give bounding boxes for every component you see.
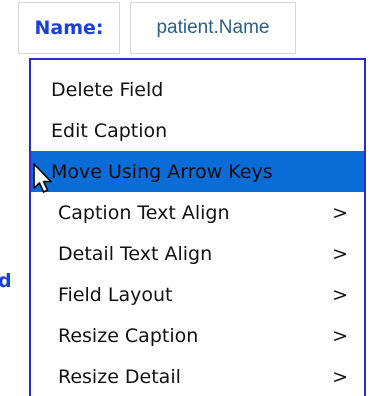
field-caption-text: Name: [34, 17, 104, 39]
menu-item-label: Caption Text Align [58, 201, 230, 224]
menu-item-edit-caption[interactable]: Edit Caption [31, 110, 364, 151]
menu-item-resize-detail[interactable]: Resize Detail > [31, 356, 364, 396]
chevron-right-icon: > [332, 324, 348, 347]
menu-item-label: Field Layout [58, 283, 173, 306]
menu-item-label: Move Using Arrow Keys [51, 160, 273, 183]
chevron-right-icon: > [332, 242, 348, 265]
context-menu: Delete Field Edit Caption Move Using Arr… [29, 58, 366, 396]
form-designer-canvas: Name: patient.Name d Delete Field Edit C… [0, 0, 378, 396]
chevron-right-icon: > [332, 365, 348, 388]
menu-item-label: Edit Caption [51, 119, 168, 142]
menu-item-detail-text-align[interactable]: Detail Text Align > [31, 233, 364, 274]
chevron-right-icon: > [332, 201, 348, 224]
field-detail-name[interactable]: patient.Name [130, 2, 296, 54]
field-detail-text: patient.Name [156, 17, 270, 38]
field-caption-name[interactable]: Name: [18, 2, 120, 54]
menu-item-caption-text-align[interactable]: Caption Text Align > [31, 192, 364, 233]
menu-item-label: Resize Caption [58, 324, 199, 347]
menu-item-field-layout[interactable]: Field Layout > [31, 274, 364, 315]
menu-item-resize-caption[interactable]: Resize Caption > [31, 315, 364, 356]
chevron-right-icon: > [332, 283, 348, 306]
menu-item-move-using-arrow-keys[interactable]: Move Using Arrow Keys [31, 151, 364, 192]
menu-item-label: Delete Field [51, 78, 164, 101]
menu-item-label: Resize Detail [58, 365, 181, 388]
menu-item-delete-field[interactable]: Delete Field [31, 69, 364, 110]
menu-item-label: Detail Text Align [58, 242, 213, 265]
obscured-field-caption: d [0, 270, 12, 292]
